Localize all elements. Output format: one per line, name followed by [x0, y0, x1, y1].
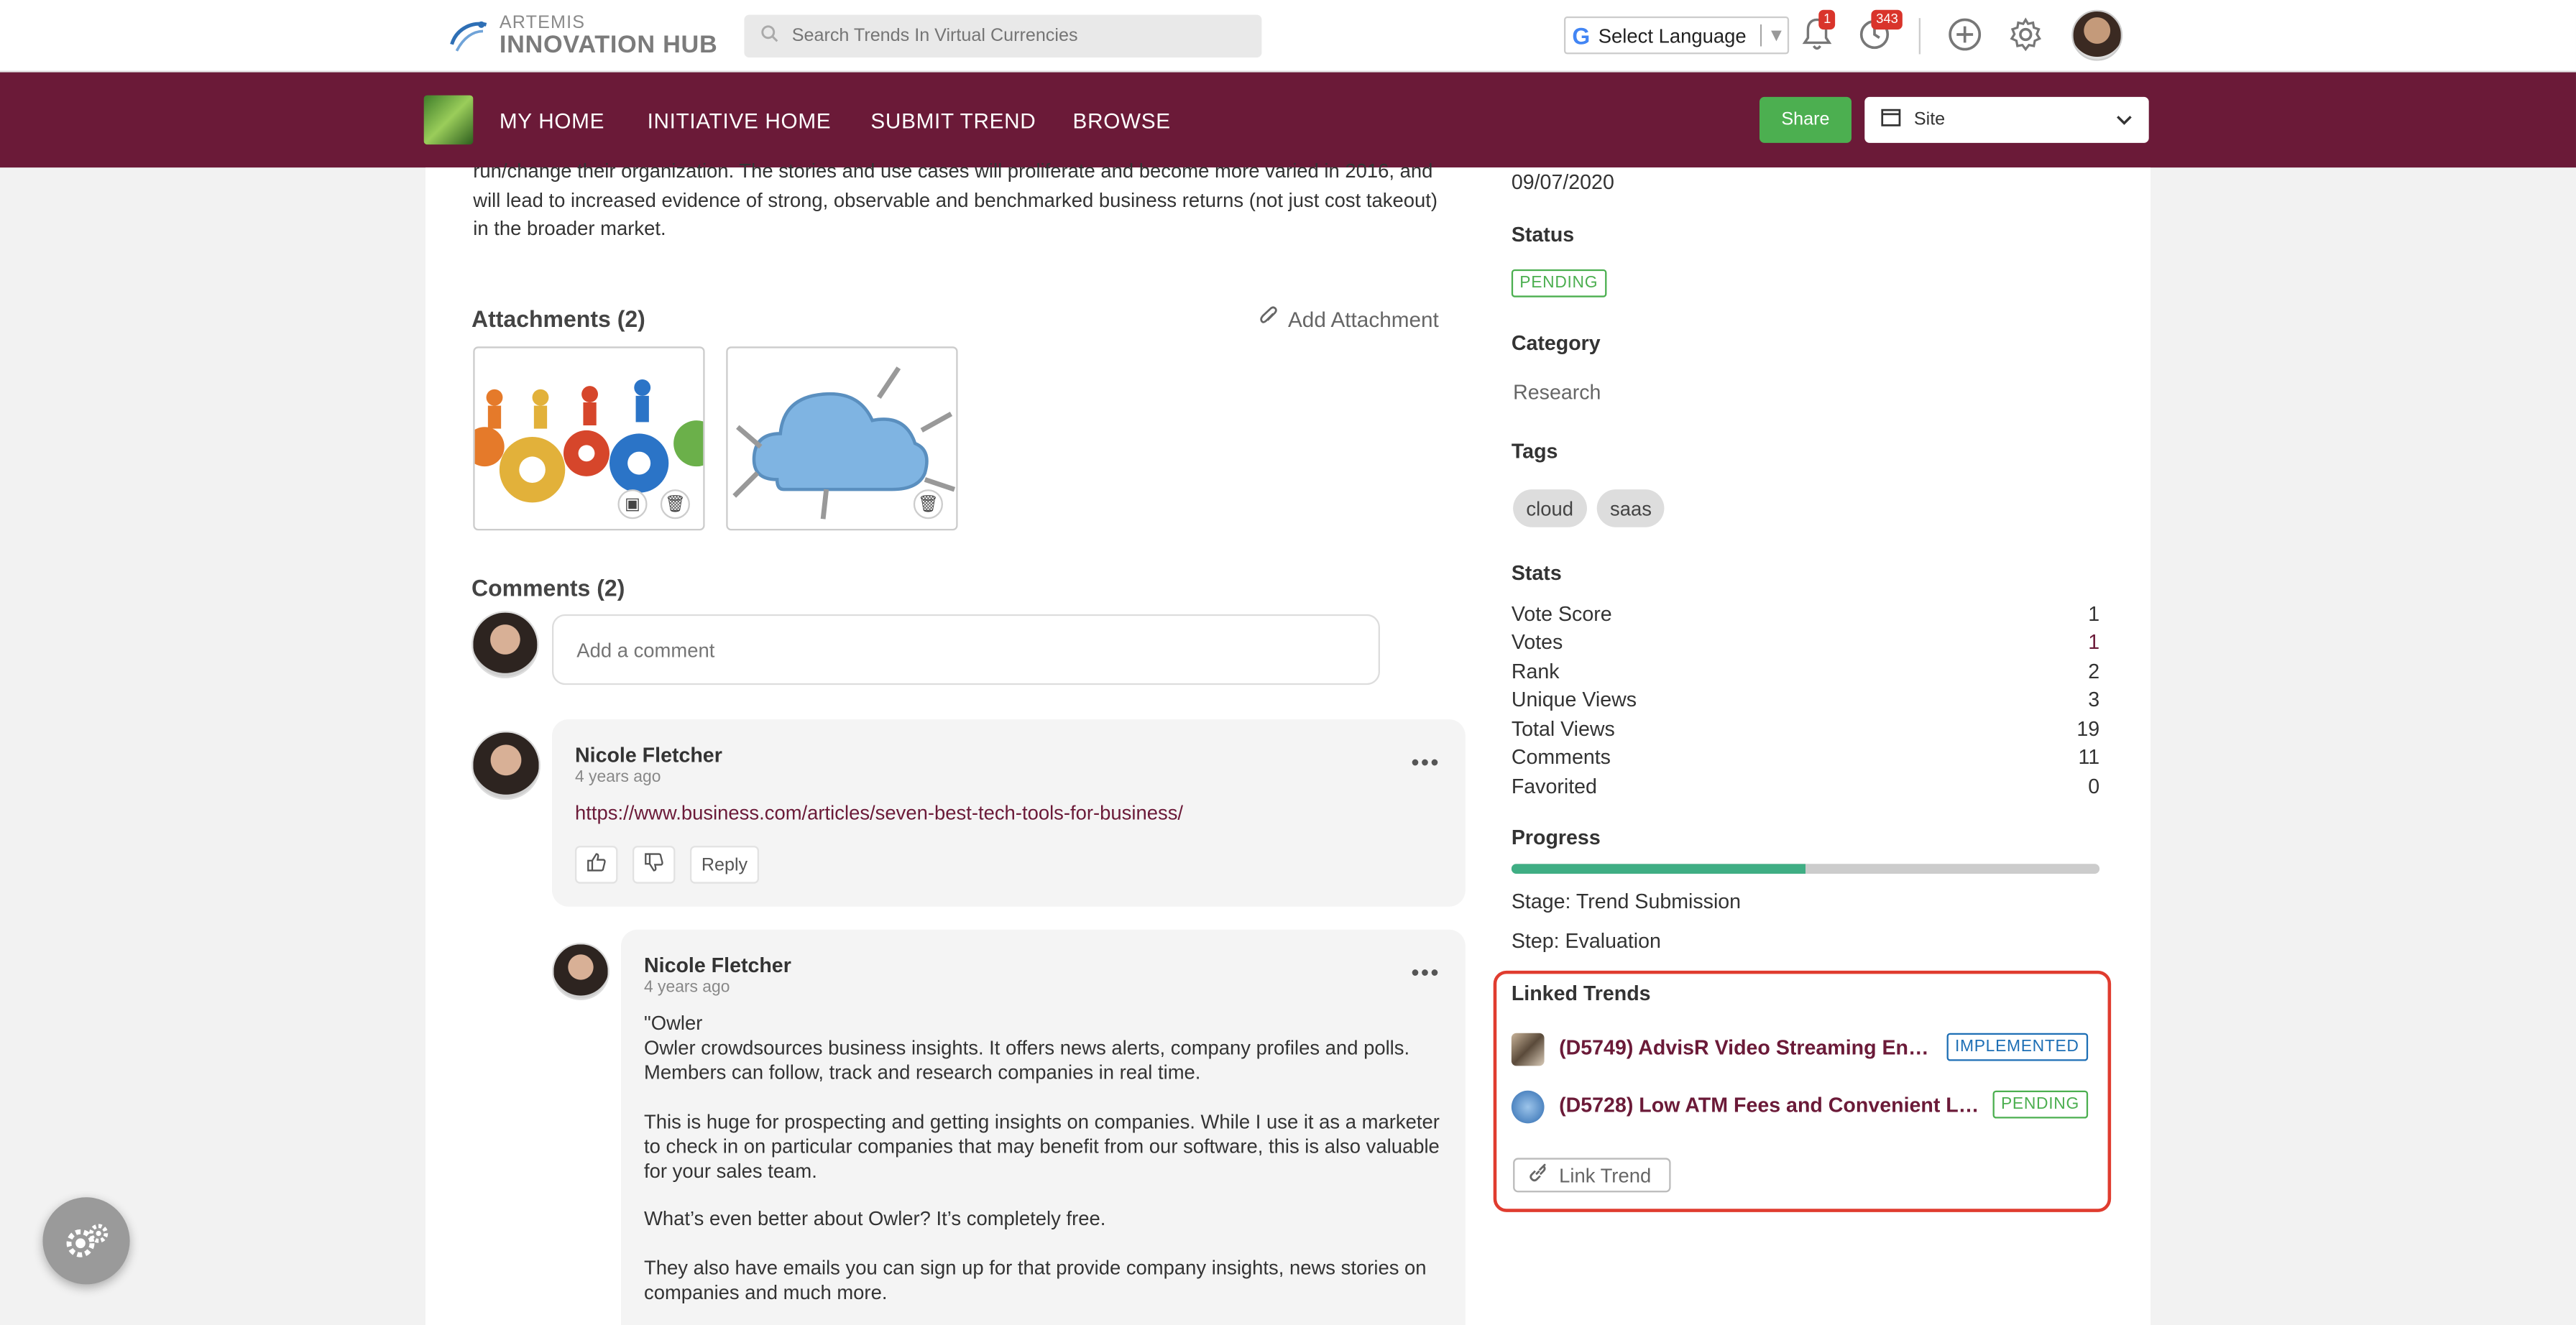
notifications-bell-icon[interactable]: 1: [1800, 9, 1836, 52]
tags-label: Tags: [1511, 440, 1558, 463]
top-header: ARTEMIS INNOVATION HUB G Select Language…: [0, 0, 2576, 73]
stat-total-views: Total Views 19: [1511, 717, 2100, 741]
reply-text-p5: They also have emails you can sign up fo…: [643, 1256, 1427, 1304]
current-user-avatar: [471, 611, 539, 678]
comment-author-name[interactable]: Nicole Fletcher: [575, 744, 722, 767]
tag-cloud[interactable]: cloud: [1513, 489, 1587, 527]
like-button[interactable]: [574, 846, 618, 884]
stats-label: Stats: [1511, 561, 1562, 585]
notifications-badge: 1: [1818, 9, 1836, 30]
comment-author-avatar[interactable]: [471, 731, 540, 800]
google-g-icon: G: [1572, 22, 1591, 49]
calendar-icon: [1881, 109, 1901, 131]
settings-fab-gears-icon[interactable]: [42, 1197, 130, 1285]
search-bar[interactable]: [744, 14, 1262, 57]
add-comment-input[interactable]: [551, 614, 1380, 685]
comment-more-icon[interactable]: •••: [1411, 749, 1440, 775]
tag-saas[interactable]: saas: [1596, 489, 1665, 527]
add-attachment-button[interactable]: Add Attachment: [1259, 305, 1439, 332]
paperclip-icon: [1259, 305, 1278, 332]
reply-text-p1: "Owler: [643, 1011, 703, 1035]
link-trend-button[interactable]: Link Trend: [1513, 1158, 1671, 1193]
stat-unique-views: Unique Views 3: [1511, 688, 2100, 711]
comment-timestamp: 4 years ago: [574, 768, 661, 787]
linked-trend-status-badge: IMPLEMENTED: [1946, 1033, 2088, 1061]
user-avatar[interactable]: [2071, 9, 2123, 61]
nav-submit-trend[interactable]: SUBMIT TREND: [870, 109, 1036, 133]
thumbs-down-icon: [644, 852, 663, 877]
language-select[interactable]: G Select Language │▼: [1563, 16, 1790, 55]
reply-more-icon[interactable]: •••: [1411, 959, 1440, 986]
trend-detail-panel: run/change their organization. The stori…: [425, 160, 2150, 1325]
linked-trend-title[interactable]: (D5749) AdvisR Video Streaming Engine: [1559, 1036, 1937, 1059]
delete-attachment-icon[interactable]: 🗑: [660, 489, 690, 520]
reply-button[interactable]: Reply: [689, 846, 759, 884]
chevron-down-icon: [2116, 111, 2133, 131]
nav-my-home[interactable]: MY HOME: [500, 109, 604, 133]
linked-trend-thumbnail: [1511, 1033, 1545, 1066]
category-label: Category: [1511, 331, 1601, 355]
stat-vote-score: Vote Score 1: [1511, 602, 2100, 626]
reply-timestamp: 4 years ago: [643, 979, 730, 997]
activity-badge: 343: [1871, 9, 1903, 30]
language-label: Select Language: [1598, 24, 1747, 47]
header-divider: [1918, 18, 1920, 55]
logo-line2: INNOVATION HUB: [499, 31, 718, 60]
stat-comments: Comments 11: [1511, 745, 2100, 769]
linked-trend-status-badge: PENDING: [1992, 1090, 2088, 1119]
comments-title: Comments (2): [471, 574, 625, 601]
nav-browse[interactable]: BROWSE: [1073, 109, 1171, 133]
main-navbar: MY HOME INITIATIVE HOME SUBMIT TREND BRO…: [0, 72, 2576, 168]
status-badge: PENDING: [1511, 269, 1606, 297]
nav-initiative-home[interactable]: INITIATIVE HOME: [648, 109, 832, 133]
comment-link[interactable]: https://www.business.com/articles/seven-…: [575, 801, 1183, 824]
trend-description: run/change their organization. The stori…: [473, 159, 1438, 240]
reply-text-p3: This is huge for prospecting and getting…: [643, 1110, 1440, 1183]
attachments-title: Attachments (2): [471, 305, 645, 332]
language-dropdown-icon: │▼: [1756, 25, 1785, 45]
attachment-gears-image[interactable]: ▣ 🗑: [473, 346, 705, 531]
reply-author-avatar[interactable]: [551, 942, 610, 1000]
logo-swoosh-icon: [447, 15, 489, 57]
linked-trends-label: Linked Trends: [1511, 982, 1651, 1005]
link-trend-label: Link Trend: [1559, 1163, 1652, 1187]
category-value: Research: [1513, 381, 1601, 405]
linked-trends-section: Linked Trends (D5749) AdvisR Video Strea…: [1493, 970, 2112, 1212]
share-button[interactable]: Share: [1759, 96, 1852, 143]
thumbs-up-icon: [586, 852, 606, 877]
stat-favorited: Favorited 0: [1511, 775, 2100, 798]
logo-line1: ARTEMIS: [499, 13, 586, 33]
stat-votes: Votes 1: [1511, 630, 2100, 654]
search-input[interactable]: [791, 26, 1252, 46]
trend-date: 09/07/2020: [1511, 170, 1614, 194]
reply-author-name[interactable]: Nicole Fletcher: [644, 954, 791, 977]
progress-bar: [1511, 864, 2100, 874]
status-label: Status: [1511, 223, 1575, 246]
search-icon: [760, 22, 778, 51]
activity-icon[interactable]: 343: [1857, 9, 1903, 52]
initiative-thumbnail[interactable]: [423, 95, 474, 145]
linked-trend-title[interactable]: (D5728) Low ATM Fees and Convenient Loca…: [1559, 1094, 1990, 1117]
dislike-button[interactable]: [632, 846, 676, 884]
linked-trend-thumbnail: [1511, 1090, 1545, 1124]
attachment-cloud-image[interactable]: 🗑: [726, 346, 958, 531]
app-logo[interactable]: ARTEMIS INNOVATION HUB: [447, 13, 718, 59]
progress-stage: Stage: Trend Submission: [1511, 890, 1742, 913]
delete-attachment-icon[interactable]: 🗑: [913, 489, 943, 520]
stat-rank: Rank 2: [1511, 660, 2100, 683]
settings-gear-icon[interactable]: [2007, 17, 2043, 52]
progress-label: Progress: [1511, 826, 1601, 849]
add-icon[interactable]: [1947, 17, 1983, 52]
set-cover-image-icon[interactable]: ▣: [617, 489, 648, 520]
progress-step: Step: Evaluation: [1511, 929, 1661, 953]
link-icon: [1528, 1163, 1547, 1187]
site-label: Site: [1913, 110, 1946, 130]
reply-text-p2: Owler crowdsources business insights. It…: [643, 1036, 1410, 1084]
site-select[interactable]: Site: [1864, 96, 2149, 143]
reply-text-p4: What’s even better about Owler? It’s com…: [643, 1206, 1106, 1230]
progress-bar-fill: [1511, 864, 1806, 874]
add-attachment-label: Add Attachment: [1287, 306, 1439, 331]
